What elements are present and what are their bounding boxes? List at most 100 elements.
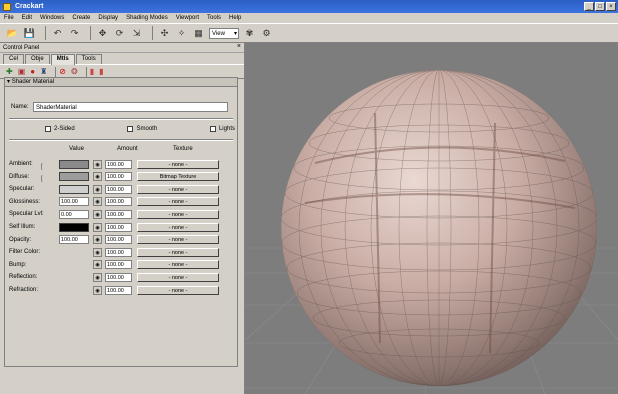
texture-button[interactable]: - none - xyxy=(137,222,219,232)
property-row: Filter Color: ◉ 100.00 - none - xyxy=(9,246,235,258)
texture-button[interactable]: - none - xyxy=(137,197,219,207)
orbit-icon[interactable]: ✧ xyxy=(175,27,188,40)
graph-icon[interactable]: ▮ xyxy=(99,67,103,76)
pan-icon[interactable]: ✣ xyxy=(158,27,171,40)
texture-picker-icon[interactable]: ◉ xyxy=(93,184,102,194)
amount-spinner[interactable]: 100.00 xyxy=(105,247,132,257)
texture-button[interactable]: - none - xyxy=(137,159,219,169)
tab-tools[interactable]: Tools xyxy=(75,54,102,64)
texture-button[interactable]: - none - xyxy=(137,235,219,245)
texture-button[interactable]: - none - xyxy=(137,272,219,282)
property-label: Specular Lvl: xyxy=(9,211,44,218)
settings-icon[interactable]: ⚙ xyxy=(260,27,273,40)
material-library-icon[interactable]: ▣ xyxy=(18,67,26,76)
tab-cel[interactable]: Cel xyxy=(3,54,25,64)
zoom-icon[interactable]: ▦ xyxy=(192,27,205,40)
delete-material-icon[interactable]: ⊘ xyxy=(59,67,66,76)
chart-icon[interactable]: ▮ xyxy=(90,67,94,76)
color-swatch[interactable] xyxy=(59,222,89,232)
amount-spinner[interactable]: 100.00 xyxy=(105,272,132,282)
rotate-icon[interactable]: ⟳ xyxy=(113,27,126,40)
amount-spinner[interactable]: 100.00 xyxy=(105,235,132,245)
scale-icon[interactable]: ⇲ xyxy=(130,27,143,40)
texture-picker-icon[interactable]: ◉ xyxy=(93,222,102,232)
window-title: Crackart xyxy=(15,3,44,10)
menu-tools[interactable]: Tools xyxy=(207,15,221,21)
toolbar-separator xyxy=(45,26,46,40)
texture-button[interactable]: - none - xyxy=(137,260,219,270)
3d-viewport[interactable] xyxy=(245,43,618,394)
tab-mtls[interactable]: Mtls xyxy=(50,54,75,65)
texture-button[interactable]: - none - xyxy=(137,285,219,295)
menu-display[interactable]: Display xyxy=(98,15,118,21)
amount-spinner[interactable]: 100.00 xyxy=(105,184,132,194)
window-controls: _ □ × xyxy=(584,2,616,11)
texture-picker-icon[interactable]: ◉ xyxy=(93,260,102,270)
lights-checkbox[interactable]: Lights xyxy=(209,126,235,132)
maximize-button[interactable]: □ xyxy=(595,2,605,11)
color-swatch[interactable] xyxy=(59,184,89,194)
property-label: Self Illum: xyxy=(9,224,36,230)
tab-obje[interactable]: Obje xyxy=(25,54,50,64)
texture-picker-icon[interactable]: ◉ xyxy=(93,285,102,295)
control-panel: Control Panel × Cel Obje Mtls Tools ✚ ▣ … xyxy=(0,43,245,394)
smooth-checkbox[interactable]: Smooth xyxy=(127,126,157,132)
texture-picker-icon[interactable]: ◉ xyxy=(93,172,102,182)
amount-spinner[interactable]: 100.00 xyxy=(105,197,132,207)
texture-picker-icon[interactable]: ◉ xyxy=(93,197,102,207)
open-folder-icon[interactable]: 📂 xyxy=(6,27,19,40)
texture-button[interactable]: - none - xyxy=(137,184,219,194)
menu-shading-modes[interactable]: Shading Modes xyxy=(126,15,168,21)
two-sided-checkbox[interactable]: 2-Sided xyxy=(45,126,75,132)
texture-button[interactable]: Bitmap Texture xyxy=(137,172,219,182)
duplicate-material-icon[interactable]: ❂ xyxy=(71,67,78,76)
main-toolbar: 📂 💾 ↶ ↷ ✥ ⟳ ⇲ ✣ ✧ ▦ View ✾ ⚙ xyxy=(0,23,618,43)
menu-help[interactable]: Help xyxy=(229,15,241,21)
menu-edit[interactable]: Edit xyxy=(22,15,32,21)
move-icon[interactable]: ✥ xyxy=(96,27,109,40)
amount-spinner[interactable]: 100.00 xyxy=(105,209,132,219)
texture-picker-icon[interactable]: ◉ xyxy=(93,159,102,169)
texture-picker-icon[interactable]: ◉ xyxy=(93,235,102,245)
sphere-preview-icon[interactable]: ● xyxy=(30,67,35,76)
menu-create[interactable]: Create xyxy=(72,15,90,21)
minimize-button[interactable]: _ xyxy=(584,2,594,11)
amount-spinner[interactable]: 100.00 xyxy=(105,260,132,270)
texture-picker-icon[interactable]: ◉ xyxy=(93,247,102,257)
app-icon xyxy=(3,2,11,11)
two-sided-label: 2-Sided xyxy=(54,126,75,132)
amount-spinner[interactable]: 100.00 xyxy=(105,172,132,182)
save-icon[interactable]: 💾 xyxy=(23,27,36,40)
section-header[interactable]: ▾ Shader Material xyxy=(5,78,237,87)
property-row: Diffuse: ◉ 100.00 Bitmap Texture xyxy=(9,171,235,183)
menu-windows[interactable]: Windows xyxy=(40,15,64,21)
close-button[interactable]: × xyxy=(606,2,616,11)
value-spinner[interactable]: 100.00 xyxy=(59,235,89,245)
menu-viewport[interactable]: Viewport xyxy=(176,15,199,21)
texture-picker-icon[interactable]: ◉ xyxy=(93,272,102,282)
color-swatch[interactable] xyxy=(59,172,89,182)
redo-icon[interactable]: ↷ xyxy=(68,27,81,40)
property-label: Reflection: xyxy=(9,274,38,281)
amount-spinner[interactable]: 100.00 xyxy=(105,159,132,169)
section-title: Shader Material xyxy=(11,79,55,85)
amount-spinner[interactable]: 100.00 xyxy=(105,285,132,295)
new-material-icon[interactable]: ✚ xyxy=(6,67,13,76)
texture-button[interactable]: - none - xyxy=(137,209,219,219)
color-swatch[interactable] xyxy=(59,159,89,169)
value-spinner[interactable]: 100.00 xyxy=(59,197,89,207)
texture-button[interactable]: - none - xyxy=(137,247,219,257)
name-input[interactable]: ShaderMaterial xyxy=(33,102,228,112)
view-select[interactable]: View xyxy=(209,27,239,40)
toolbar-separator xyxy=(55,66,57,77)
close-icon[interactable]: × xyxy=(237,43,241,50)
assign-material-icon[interactable]: ♜ xyxy=(40,67,47,76)
value-spinner[interactable]: 0.00 xyxy=(59,209,89,219)
toolbar-separator xyxy=(152,26,153,40)
amount-spinner[interactable]: 100.00 xyxy=(105,222,132,232)
undo-icon[interactable]: ↶ xyxy=(51,27,64,40)
menu-file[interactable]: File xyxy=(4,15,14,21)
property-label: Diffuse: xyxy=(9,173,30,180)
render-icon[interactable]: ✾ xyxy=(243,27,256,40)
texture-picker-icon[interactable]: ◉ xyxy=(93,209,102,219)
